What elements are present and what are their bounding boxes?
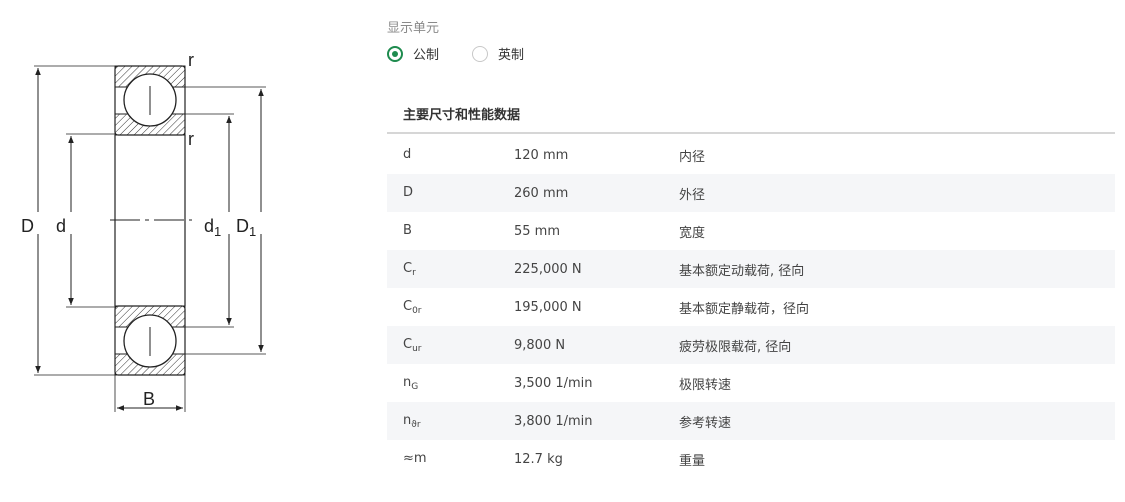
description-cell: 疲劳极限载荷, 径向 xyxy=(679,339,792,355)
radio-imperial-unchecked[interactable] xyxy=(472,45,489,62)
value-cell: 195,000 N xyxy=(514,299,582,315)
symbol-cell: Cur xyxy=(403,336,422,354)
table-row: C0r 195,000 N 基本额定静载荷，径向 xyxy=(387,288,1115,326)
r-label-mid: r xyxy=(188,129,194,149)
unit-option-label: 英制 xyxy=(498,48,525,63)
d-label: d xyxy=(56,216,66,236)
table-row: Cr 225,000 N 基本额定动载荷, 径向 xyxy=(387,250,1115,288)
value-cell: 3,500 1/min xyxy=(514,375,593,391)
spec-table: d 120 mm 内径 D 260 mm 外径 B 55 mm 宽度 Cr 22… xyxy=(387,136,1115,478)
unit-radio-group: 公制 英制 xyxy=(387,44,557,63)
description-cell: 重量 xyxy=(679,453,706,469)
symbol-cell: nG xyxy=(403,374,419,392)
value-cell: 3,800 1/min xyxy=(514,413,593,429)
value-cell: 260 mm xyxy=(514,185,569,201)
table-row: d 120 mm 内径 xyxy=(387,136,1115,174)
table-title: 主要尺寸和性能数据 xyxy=(403,108,521,123)
D-label: D xyxy=(21,216,34,236)
value-cell: 12.7 kg xyxy=(514,451,563,467)
description-cell: 基本额定静载荷，径向 xyxy=(679,301,810,317)
table-header-divider xyxy=(387,132,1115,134)
description-cell: 基本额定动载荷, 径向 xyxy=(679,263,805,279)
symbol-cell: D xyxy=(403,184,414,200)
table-row: nG 3,500 1/min 极限转速 xyxy=(387,364,1115,402)
unit-option-imperial[interactable]: 英制 xyxy=(472,44,524,63)
symbol-cell: ≈m xyxy=(403,450,427,466)
display-units-label: 显示单元 xyxy=(387,21,440,36)
description-cell: 宽度 xyxy=(679,225,706,241)
description-cell: 极限转速 xyxy=(679,377,732,393)
description-cell: 外径 xyxy=(679,187,706,203)
description-cell: 参考转速 xyxy=(679,415,732,431)
value-cell: 55 mm xyxy=(514,223,561,239)
symbol-cell: B xyxy=(403,222,412,238)
unit-option-metric[interactable]: 公制 xyxy=(387,44,439,63)
B-label: B xyxy=(143,389,155,409)
symbol-cell: Cr xyxy=(403,260,416,278)
unit-option-label: 公制 xyxy=(413,48,440,63)
symbol-cell: nϑr xyxy=(403,412,421,430)
table-row: ≈m 12.7 kg 重量 xyxy=(387,440,1115,478)
table-row: B 55 mm 宽度 xyxy=(387,212,1115,250)
r-label-top: r xyxy=(188,50,194,70)
bottom-ring-section xyxy=(114,305,186,376)
symbol-cell: C0r xyxy=(403,298,422,316)
description-cell: 内径 xyxy=(679,149,706,165)
value-cell: 225,000 N xyxy=(514,261,582,277)
bearing-cross-section-diagram: r r D d d1 D1 B xyxy=(21,50,277,412)
table-row: Cur 9,800 N 疲劳极限载荷, 径向 xyxy=(387,326,1115,364)
table-row: D 260 mm 外径 xyxy=(387,174,1115,212)
radio-metric-checked[interactable] xyxy=(387,45,403,62)
value-cell: 120 mm xyxy=(514,147,569,163)
table-row: nϑr 3,800 1/min 参考转速 xyxy=(387,402,1115,440)
value-cell: 9,800 N xyxy=(514,337,566,353)
top-ring-section xyxy=(114,65,186,136)
symbol-cell: d xyxy=(403,146,412,162)
